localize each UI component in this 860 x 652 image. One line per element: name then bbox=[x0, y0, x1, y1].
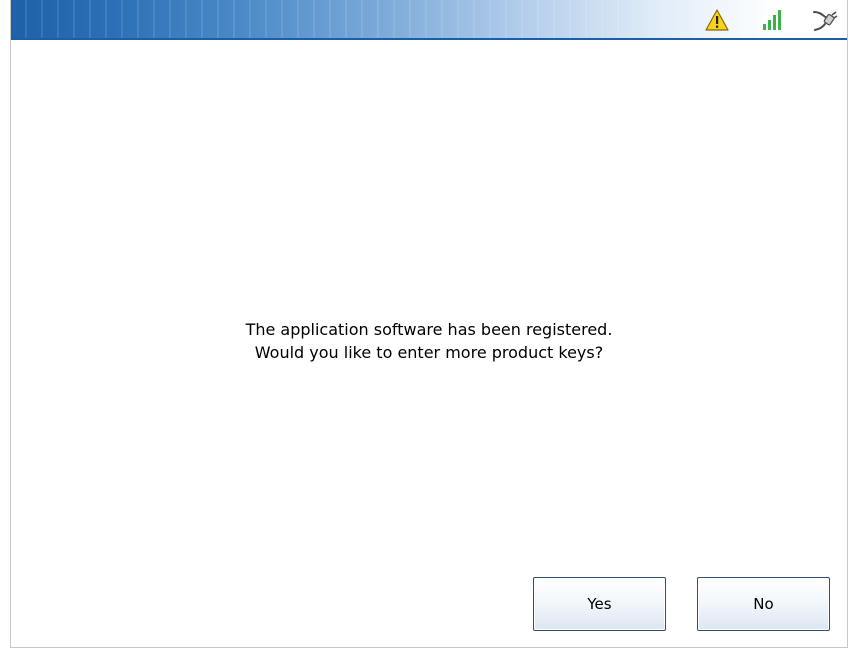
message-line-2: Would you like to enter more product key… bbox=[254, 343, 604, 362]
warning-icon[interactable] bbox=[703, 6, 731, 34]
power-plug-icon[interactable] bbox=[811, 6, 839, 34]
signal-strength-icon[interactable] bbox=[757, 6, 785, 34]
dialog-message: The application software has been regist… bbox=[11, 318, 847, 364]
yes-button[interactable]: Yes bbox=[533, 577, 666, 631]
no-button[interactable]: No bbox=[697, 577, 830, 631]
status-bar bbox=[11, 0, 847, 40]
app-window: The application software has been regist… bbox=[10, 0, 848, 648]
message-line-1: The application software has been regist… bbox=[245, 320, 613, 339]
status-icons bbox=[703, 6, 839, 34]
